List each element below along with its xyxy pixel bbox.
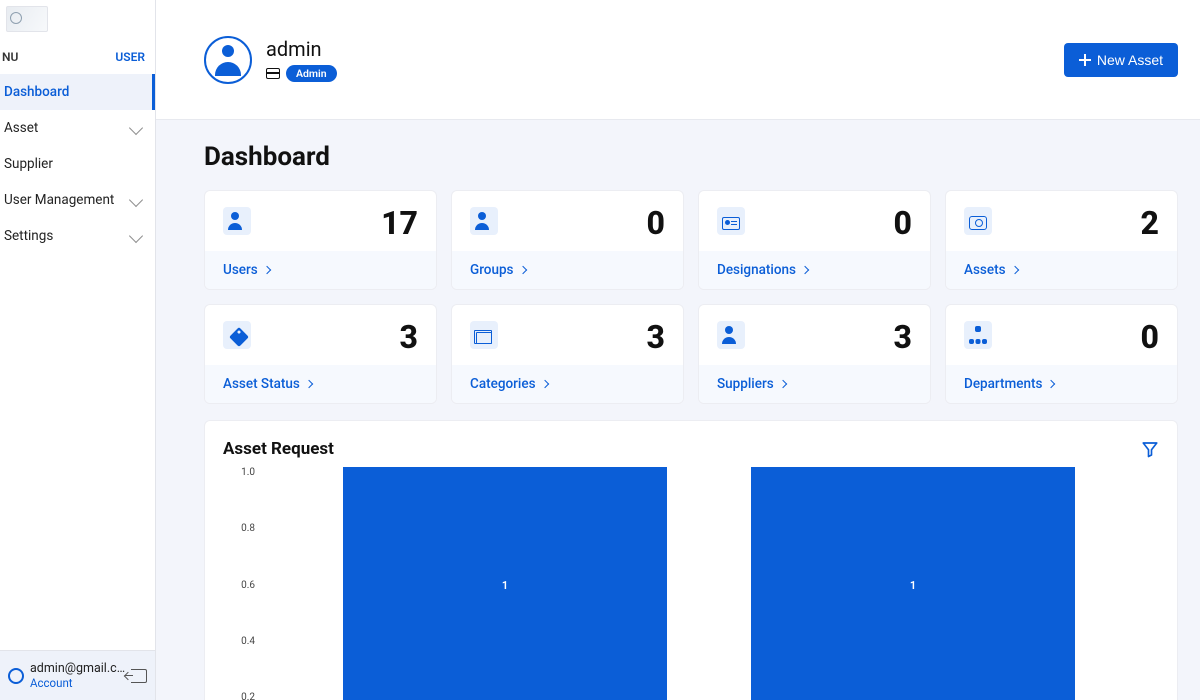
stat-link-asset-status[interactable]: Asset Status (205, 365, 436, 403)
chevron-right-icon (305, 380, 313, 388)
chevron-right-icon (518, 266, 526, 274)
user-avatar (204, 36, 252, 84)
stat-link-categories[interactable]: Categories (452, 365, 683, 403)
money-icon (964, 207, 992, 235)
plus-icon (1079, 54, 1091, 66)
stat-link-label: Suppliers (717, 376, 774, 392)
stat-link-departments[interactable]: Departments (946, 365, 1177, 403)
stat-value: 3 (647, 321, 665, 353)
bar: 1 (343, 467, 667, 700)
sidebar-item-dashboard[interactable]: Dashboard (0, 74, 155, 110)
menu-label-left: NU (2, 50, 18, 64)
stat-card-asset-status: 3 Asset Status (204, 304, 437, 404)
stat-value: 2 (1141, 207, 1159, 239)
stat-link-groups[interactable]: Groups (452, 251, 683, 289)
new-asset-label: New Asset (1097, 52, 1163, 68)
stat-link-label: Users (223, 262, 258, 278)
sidebar-header: NU USER (0, 32, 155, 74)
sidebar-item-label: User Management (4, 192, 114, 208)
y-tick: 0.4 (223, 636, 255, 647)
username: admin (266, 37, 337, 61)
chevron-right-icon (778, 380, 786, 388)
avatar-icon (8, 668, 24, 684)
y-axis: 1.0 0.8 0.6 0.4 0.2 (223, 467, 259, 700)
sidebar-item-label: Supplier (4, 156, 53, 172)
idcard-icon (717, 207, 745, 235)
stack-icon (470, 321, 498, 349)
menu-label-right[interactable]: USER (115, 50, 145, 64)
topbar: admin Admin New Asset (156, 0, 1200, 120)
page-title: Dashboard (204, 142, 1178, 172)
chevron-right-icon (801, 266, 809, 274)
sidebar-item-label: Asset (4, 120, 38, 136)
stat-link-label: Categories (470, 376, 536, 392)
user-lock-icon (470, 207, 498, 235)
sidebar-item-user-management[interactable]: User Management (0, 182, 155, 218)
filter-icon[interactable] (1141, 440, 1159, 458)
stat-card-designations: 0 Designations (698, 190, 931, 290)
current-user-block: admin Admin (204, 36, 337, 84)
supplier-icon (717, 321, 745, 349)
stat-link-users[interactable]: Users (205, 251, 436, 289)
org-icon (964, 321, 992, 349)
stat-link-label: Asset Status (223, 376, 300, 392)
chevron-down-icon (129, 193, 143, 207)
main-area: admin Admin New Asset Dashboard 17 Us (156, 0, 1200, 700)
stat-value: 3 (894, 321, 912, 353)
stat-link-label: Assets (964, 262, 1006, 278)
chevron-down-icon (129, 121, 143, 135)
y-tick: 0.8 (223, 523, 255, 534)
stat-value: 0 (894, 207, 912, 239)
sidebar-item-asset[interactable]: Asset (0, 110, 155, 146)
stat-card-users: 17 Users (204, 190, 437, 290)
stat-link-label: Groups (470, 262, 514, 278)
app-logo (6, 6, 48, 32)
content: Dashboard 17 Users 0 Groups (156, 120, 1200, 700)
sidebar-item-supplier[interactable]: Supplier (0, 146, 155, 182)
sidebar-item-label: Settings (4, 228, 53, 244)
stat-value: 3 (400, 321, 418, 353)
card-icon (266, 68, 280, 79)
stat-card-groups: 0 Groups (451, 190, 684, 290)
stat-card-assets: 2 Assets (945, 190, 1178, 290)
chevron-down-icon (129, 229, 143, 243)
stat-value: 17 (381, 207, 418, 239)
user-gear-icon (223, 207, 251, 235)
chevron-right-icon (540, 380, 548, 388)
bar: 1 (751, 467, 1075, 700)
person-icon (212, 44, 244, 76)
chart-area: 1.0 0.8 0.6 0.4 0.2 11 (223, 467, 1159, 700)
stat-card-departments: 0 Departments (945, 304, 1178, 404)
account-email: admin@gmail.com (30, 661, 131, 676)
y-tick: 1.0 (223, 467, 255, 478)
tag-icon (223, 321, 251, 349)
stat-link-assets[interactable]: Assets (946, 251, 1177, 289)
sidebar-item-settings[interactable]: Settings (0, 218, 155, 254)
stat-value: 0 (647, 207, 665, 239)
stat-link-label: Designations (717, 262, 796, 278)
y-tick: 0.6 (223, 580, 255, 591)
new-asset-button[interactable]: New Asset (1064, 43, 1178, 77)
stat-cards-grid: 17 Users 0 Groups (204, 190, 1178, 404)
stat-card-suppliers: 3 Suppliers (698, 304, 931, 404)
logout-icon[interactable] (131, 669, 147, 683)
chart-title: Asset Request (223, 439, 334, 459)
y-tick: 0.2 (223, 692, 255, 700)
role-badge: Admin (286, 65, 337, 82)
bars-zone: 11 (259, 467, 1159, 700)
chevron-right-icon (262, 266, 270, 274)
asset-request-chart-card: Asset Request 1.0 0.8 0.6 0.4 0.2 11 (204, 420, 1178, 700)
chevron-right-icon (1047, 380, 1055, 388)
stat-card-categories: 3 Categories (451, 304, 684, 404)
sidebar-nav: Dashboard Asset Supplier User Management… (0, 74, 155, 650)
chevron-right-icon (1010, 266, 1018, 274)
stat-link-suppliers[interactable]: Suppliers (699, 365, 930, 403)
sidebar-account-footer[interactable]: admin@gmail.com Account (0, 650, 155, 700)
sidebar-item-label: Dashboard (4, 84, 69, 100)
stat-link-label: Departments (964, 376, 1042, 392)
account-link[interactable]: Account (30, 676, 131, 690)
stat-link-designations[interactable]: Designations (699, 251, 930, 289)
stat-value: 0 (1141, 321, 1159, 353)
sidebar: NU USER Dashboard Asset Supplier User Ma… (0, 0, 156, 700)
